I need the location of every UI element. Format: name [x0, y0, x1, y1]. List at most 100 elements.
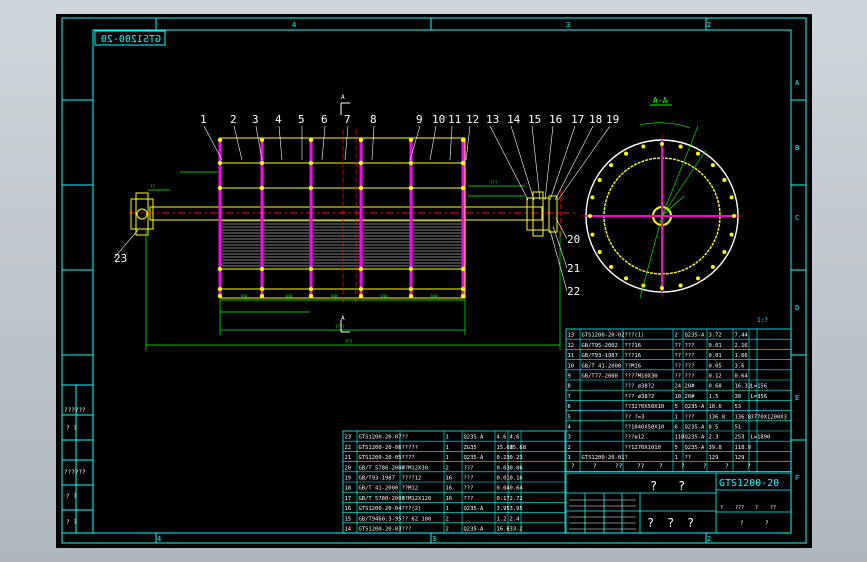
title-mark: ? — [650, 479, 657, 493]
bom-cell: ??3270X50X10 — [625, 404, 665, 410]
bolt-mark — [259, 160, 265, 166]
callout-number: 6 — [321, 113, 328, 126]
zone-letter: C — [795, 214, 799, 222]
right-bearing — [526, 197, 550, 231]
bom-cell: ?? — [402, 435, 409, 441]
bom-cell: 0.64 — [510, 486, 524, 492]
callout-number: 15 — [528, 113, 541, 126]
rim-rod — [641, 144, 646, 149]
callout-number: 20 — [567, 233, 580, 246]
bolt-mark — [259, 266, 265, 272]
bom-cell: 129 — [709, 455, 719, 461]
bom-cell: 1.5 — [709, 394, 719, 400]
bom-cell: Q235-A — [464, 527, 485, 533]
bom-cell: 14 — [345, 527, 352, 533]
rim-rod — [729, 195, 734, 200]
bom-cell: 0.64 — [735, 374, 749, 380]
bom-cell: GTS1200-20-04 — [359, 506, 403, 512]
drawing-number: GTS1200-20 — [719, 478, 779, 489]
section-label: A — [341, 315, 345, 322]
bom-cell: 10.6 — [709, 404, 722, 410]
bom-cell: 4.6 — [510, 435, 520, 441]
bom-cell: ???ø12 — [625, 435, 645, 441]
bolt-mark — [358, 137, 364, 143]
callout-number: 4 — [275, 113, 282, 126]
rim-rod — [624, 151, 628, 156]
bom-cell: ??? ø38?2 — [625, 394, 655, 400]
bom-cell: 118.9 — [735, 445, 752, 451]
callout-number: 14 — [507, 113, 521, 126]
rim-rod — [609, 264, 614, 269]
bom-cell: 0.23 — [497, 455, 510, 461]
bolt-mark — [460, 185, 466, 191]
bom-cell: ?? ?=3 — [625, 414, 645, 420]
rim-rod — [660, 286, 664, 290]
bom-cell: Q235-A — [464, 435, 485, 441]
dimension-lines — [145, 171, 561, 350]
bom-cell: 0.01 — [497, 476, 510, 482]
bom-cell: ?? — [675, 343, 682, 349]
bom-header: ? — [593, 463, 597, 470]
bolt-mark — [408, 185, 414, 191]
callout-number: 10 — [432, 113, 445, 126]
bolt-mark — [259, 286, 265, 292]
rim-rod — [660, 142, 664, 146]
bom-cell: 20 — [345, 465, 352, 471]
bom-cell: 2.3 — [709, 435, 719, 441]
bom-cell: ???16 — [625, 343, 642, 349]
rim-rod — [609, 163, 614, 168]
bom-cell: 3.95 — [497, 506, 510, 512]
zone-letter: E — [795, 394, 799, 402]
bom-cell: 1 — [675, 455, 678, 461]
bolt-mark — [217, 185, 223, 191]
bom-cell: 110 — [675, 435, 685, 441]
bom-cell: ????M10X30 — [625, 374, 658, 380]
svg-text:300: 300 — [285, 294, 293, 299]
title-block-grid-small — [569, 499, 636, 530]
section-label: A — [341, 94, 345, 101]
bom-cell: 0.04 — [497, 486, 511, 492]
bom-cell: GTS1200-20-06 — [359, 445, 402, 451]
bom-cell: 1 — [446, 435, 449, 441]
title-mark: ? — [678, 479, 685, 493]
sheet-label: ? — [720, 505, 723, 511]
bom-cell: ???(1) — [625, 333, 645, 339]
bolt-mark — [308, 286, 314, 292]
bom-cell: GB/T95-2002 — [582, 343, 618, 349]
rim-rod — [624, 276, 628, 281]
bom-cell: 3.95 — [510, 506, 523, 512]
bom-cell: ????12 — [402, 476, 422, 482]
callout-number: 8 — [370, 113, 377, 126]
bolt-mark — [308, 185, 314, 191]
callout-number: 16 — [549, 113, 562, 126]
bom-cell: GB/T93-1987 — [582, 353, 618, 359]
bom-cell: ZG35 — [464, 445, 477, 451]
rim-rod — [722, 250, 727, 254]
bom-cell: 10 — [675, 394, 682, 400]
drawing-canvas[interactable]: 4 3 2 4 3 2 A B C D E F GTS1200-20 ?????… — [56, 14, 812, 548]
bom-cell: 16 — [446, 476, 453, 482]
bolt-mark — [259, 137, 265, 143]
bom-cell: Q235-A — [685, 333, 706, 339]
bom-cell: GB/T77-2000 — [582, 374, 618, 380]
bolt-mark — [358, 160, 364, 166]
bom-cell: Q235-A — [685, 445, 706, 451]
bom-cell: ??? — [685, 343, 695, 349]
bolt-mark — [460, 266, 466, 272]
zone-letter: D — [795, 304, 799, 312]
bom-cell: 1 — [675, 414, 678, 420]
bolt-mark — [217, 266, 223, 272]
bom-header: ? — [703, 463, 707, 470]
bom-cell: 8 — [568, 384, 571, 390]
bom-cell: 0.06 — [510, 465, 523, 471]
zone-number-top: 4 — [292, 21, 296, 29]
bom-cell: Q235-A — [685, 425, 706, 431]
bom-cell: 20# — [685, 384, 696, 390]
bom-cell: 11 — [568, 353, 575, 359]
bom-cell: 15.68 — [510, 445, 527, 451]
bom-cell: 129 — [735, 455, 745, 461]
bom-cell: 13 — [568, 333, 575, 339]
bom-cell: 17 — [345, 496, 352, 502]
view-label: A-A — [653, 96, 668, 105]
zone-number-top: 2 — [707, 21, 711, 29]
